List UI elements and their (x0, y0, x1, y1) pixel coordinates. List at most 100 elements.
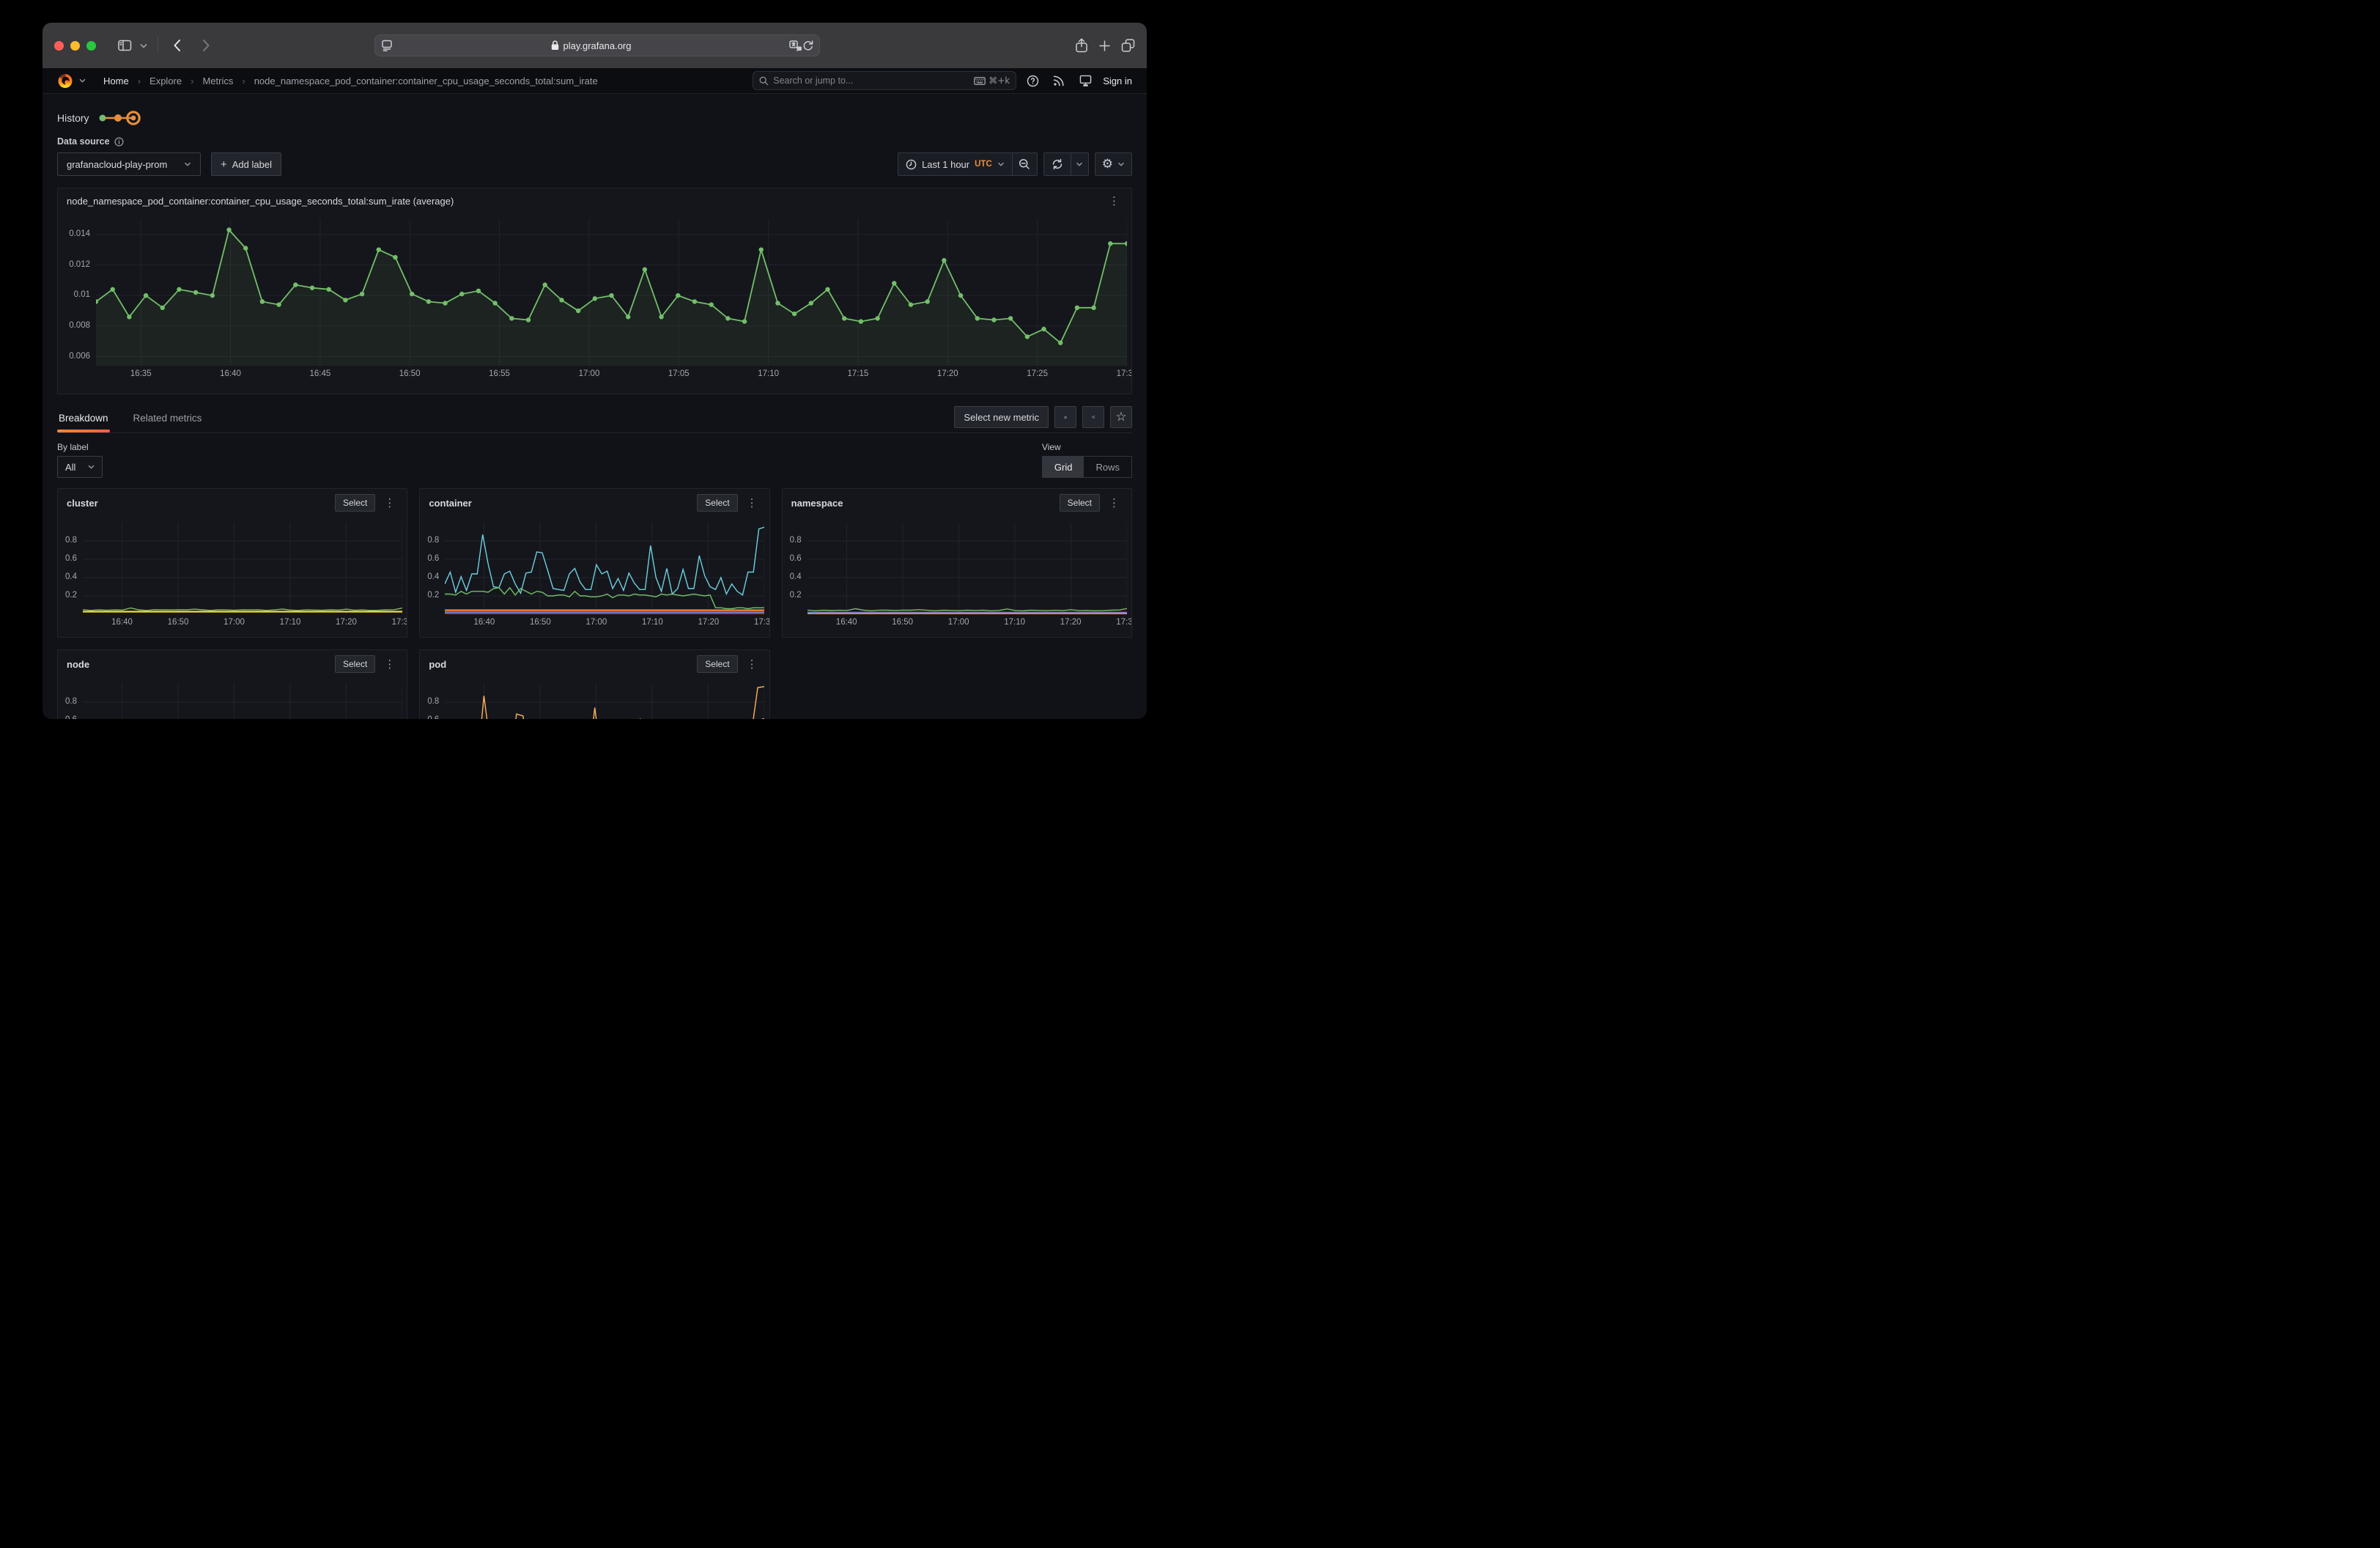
select-cluster-button[interactable]: Select (335, 494, 375, 512)
refresh-interval-dropdown[interactable] (1071, 153, 1088, 175)
panel-cluster: cluster Select ⋮ 0.80.60.40.2 16:4016:50… (57, 488, 407, 638)
tab-related-metrics[interactable]: Related metrics (132, 407, 204, 432)
sidebar-menu-button[interactable] (137, 34, 150, 56)
main-panel-title: node_namespace_pod_container:container_c… (67, 196, 454, 207)
zoom-out-time-button[interactable] (1012, 153, 1037, 175)
browser-window: play.grafana.org (42, 23, 1147, 719)
explore-button[interactable] (1054, 406, 1076, 428)
panel-menu-button[interactable]: ⋮ (744, 496, 761, 510)
view-label: View (1042, 442, 1132, 452)
zoom-window-button[interactable] (86, 41, 96, 51)
x-tick-label: 16:55 (489, 369, 510, 378)
translate-icon[interactable] (789, 40, 802, 51)
explore-metrics-content: History Data source grafanacloud-play-pr… (42, 94, 1147, 719)
y-tick-label: 0.6 (65, 554, 77, 563)
org-switcher-chevron-icon[interactable] (79, 78, 86, 83)
main-chart-y-axis: 0.0140.0120.010.0080.006 (58, 219, 96, 366)
x-tick-label: 16:35 (130, 369, 152, 378)
compass-icon (1064, 411, 1067, 424)
sidebar-toggle-button[interactable] (114, 34, 136, 56)
share-icon[interactable] (1075, 38, 1088, 53)
panel-title: node (67, 659, 89, 670)
breadcrumb-metrics[interactable]: Metrics (202, 75, 233, 86)
reader-view-icon[interactable] (381, 40, 393, 51)
news-button[interactable] (1049, 70, 1069, 91)
monitor-icon (1079, 75, 1092, 86)
chevron-down-icon (997, 162, 1005, 166)
back-button[interactable] (166, 34, 188, 56)
main-chart-x-axis: 16:3516:4016:4516:5016:5517:0017:0517:10… (96, 366, 1131, 382)
select-pod-button[interactable]: Select (697, 655, 737, 673)
settings-button[interactable]: ⚙ (1095, 152, 1132, 176)
select-namespace-button[interactable]: Select (1060, 494, 1100, 512)
chevron-down-icon (1076, 162, 1083, 166)
refresh-icon (1052, 158, 1063, 170)
x-tick-label: 17:20 (336, 618, 357, 627)
time-controls: Last 1 hour UTC (898, 152, 1132, 176)
history-step-icon[interactable] (114, 114, 122, 122)
pod-chart[interactable]: 0.80.60.40.2 16:4016:5017:0017:1017:2017… (420, 678, 769, 719)
panel-menu-button[interactable]: ⋮ (744, 657, 761, 671)
search-input[interactable] (773, 75, 969, 86)
close-window-button[interactable] (54, 41, 64, 51)
x-tick-label: 17:25 (1027, 369, 1048, 378)
display-button[interactable] (1075, 70, 1095, 91)
x-tick-label: 17:00 (585, 618, 607, 627)
history-timeline[interactable] (97, 109, 144, 127)
tab-breakdown[interactable]: Breakdown (57, 407, 110, 432)
main-chart[interactable]: 0.0140.0120.010.0080.006 16:3516:4016:45… (58, 213, 1131, 382)
history-step-icon[interactable] (99, 115, 106, 122)
y-tick-label: 0.8 (65, 697, 77, 706)
chevron-down-icon (1117, 162, 1125, 166)
namespace-chart[interactable]: 0.80.60.40.2 16:4016:5017:0017:1017:2017… (783, 517, 1131, 630)
main-chart-plot[interactable] (96, 219, 1127, 366)
help-button[interactable] (1022, 70, 1043, 91)
forward-button[interactable] (195, 34, 217, 56)
help-icon (1027, 75, 1039, 87)
add-label-button[interactable]: + Add label (211, 152, 281, 176)
y-tick-label: 0.4 (790, 572, 802, 581)
container-chart[interactable]: 0.80.60.40.2 16:4016:5017:0017:1017:2017… (420, 517, 769, 630)
clock-icon (906, 159, 917, 170)
cluster-chart[interactable]: 0.80.60.40.2 16:4016:5017:0017:1017:2017… (58, 517, 407, 630)
new-tab-icon[interactable] (1098, 40, 1111, 52)
panel-menu-button[interactable]: ⋮ (381, 496, 398, 510)
chevron-down-icon (184, 162, 191, 166)
minimize-window-button[interactable] (70, 41, 80, 51)
breadcrumb-home[interactable]: Home (103, 75, 129, 86)
search-box[interactable]: ⌘+k (753, 71, 1016, 90)
panel-menu-button[interactable]: ⋮ (381, 657, 398, 671)
view-grid-option[interactable]: Grid (1043, 457, 1084, 477)
y-tick-label: 0.6 (65, 715, 77, 719)
breadcrumb-metric-name: node_namespace_pod_container:container_c… (254, 75, 598, 86)
y-tick-label: 0.012 (69, 260, 90, 269)
x-tick-label: 17:10 (758, 369, 779, 378)
y-tick-label: 0.8 (427, 536, 439, 545)
select-new-metric-button[interactable]: Select new metric (954, 406, 1049, 428)
search-shortcut: ⌘+k (974, 75, 1010, 86)
time-range-button[interactable]: Last 1 hour UTC (898, 153, 1012, 175)
node-chart[interactable]: 0.80.60.40.2 16:4016:5017:0017:1017:2017… (58, 678, 407, 719)
refresh-button[interactable] (1044, 153, 1071, 175)
y-tick-label: 0.006 (69, 352, 90, 361)
grafana-logo[interactable] (57, 73, 73, 89)
breadcrumb-explore[interactable]: Explore (149, 75, 182, 86)
query-controls-row: grafanacloud-play-prom + Add label Last … (57, 152, 1132, 176)
by-label-select[interactable]: All (57, 456, 103, 478)
y-tick-label: 0.4 (427, 572, 439, 581)
reload-icon[interactable] (802, 40, 813, 51)
by-label-group: By label All (57, 442, 103, 478)
bookmark-button[interactable]: ☆ (1110, 406, 1132, 428)
tab-overview-icon[interactable] (1121, 39, 1135, 52)
sign-in-link[interactable]: Sign in (1103, 75, 1132, 86)
view-rows-option[interactable]: Rows (1084, 457, 1131, 477)
y-tick-label: 0.01 (74, 290, 90, 299)
share-metric-button[interactable] (1082, 406, 1104, 428)
panel-menu-button[interactable]: ⋮ (1106, 496, 1123, 510)
address-bar[interactable]: play.grafana.org (374, 34, 820, 56)
select-container-button[interactable]: Select (697, 494, 737, 512)
search-icon (759, 76, 769, 86)
panel-menu-button[interactable]: ⋮ (1106, 194, 1123, 208)
select-node-button[interactable]: Select (335, 655, 375, 673)
data-source-select[interactable]: grafanacloud-play-prom (57, 152, 201, 176)
